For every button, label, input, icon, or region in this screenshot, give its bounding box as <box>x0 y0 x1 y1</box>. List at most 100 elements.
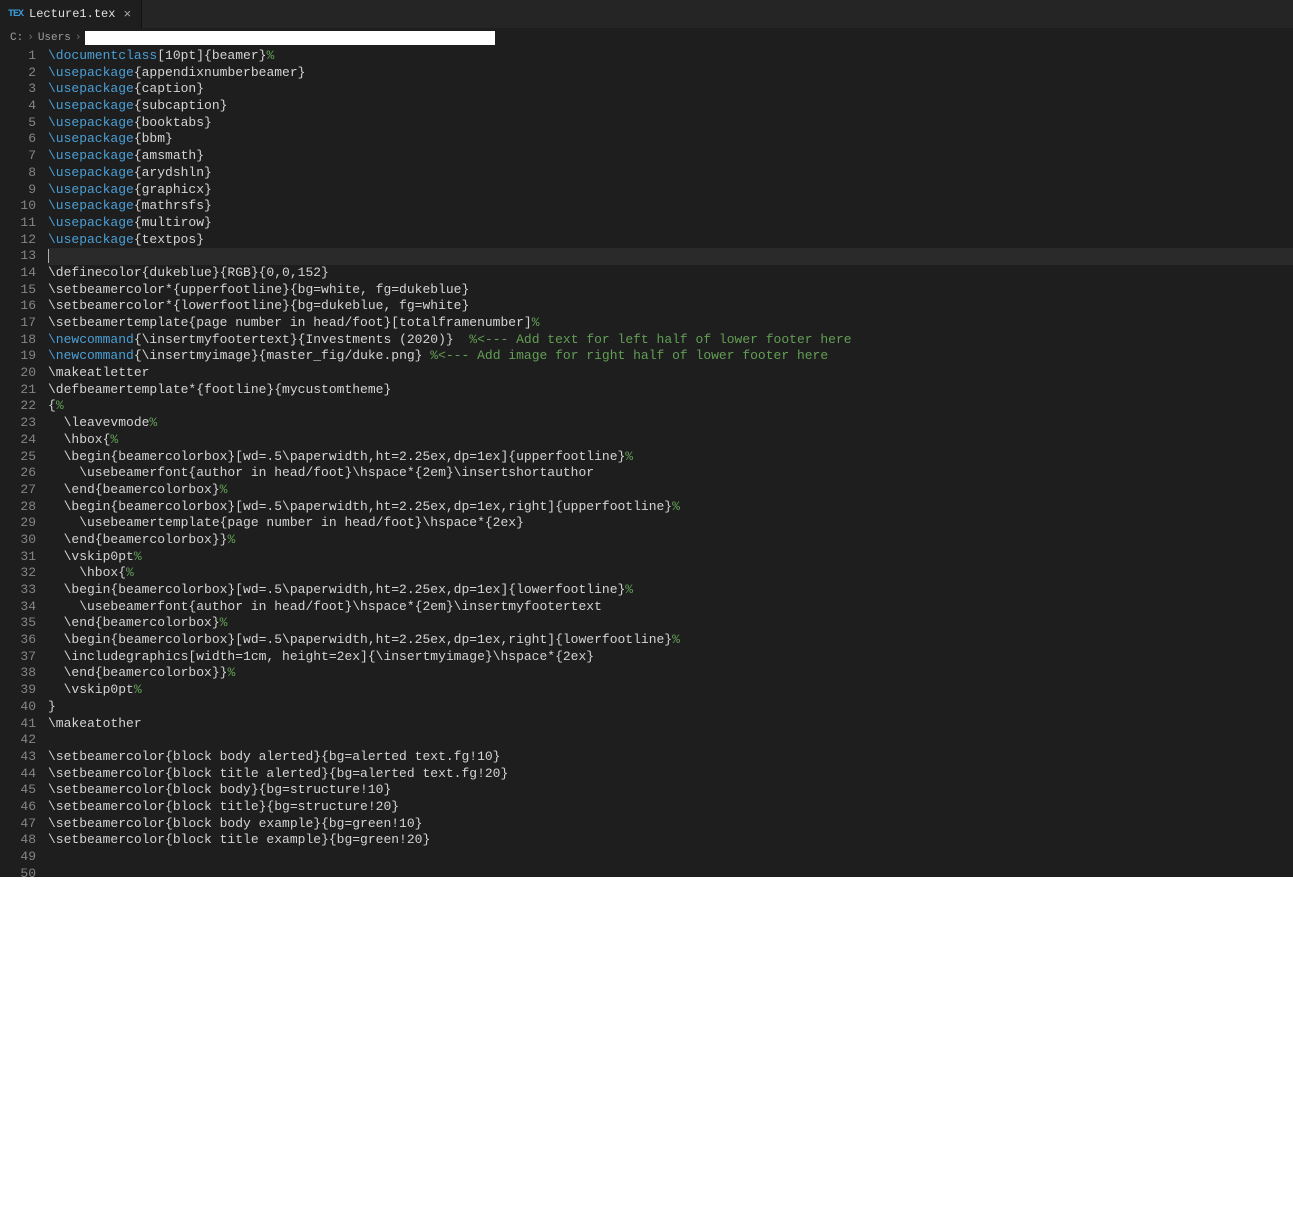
code-line[interactable]: \end{beamercolorbox}% <box>48 615 1293 632</box>
code-token: \usebeamerfont{author in head/foot}\hspa… <box>48 599 602 614</box>
code-line[interactable]: \newcommand{\insertmyimage}{master_fig/d… <box>48 348 1293 365</box>
code-line[interactable] <box>48 849 1293 866</box>
code-line[interactable]: } <box>48 699 1293 716</box>
line-number: 48 <box>0 832 36 849</box>
line-number: 25 <box>0 449 36 466</box>
tab-title: Lecture1.tex <box>29 7 115 21</box>
line-number: 35 <box>0 615 36 632</box>
code-line[interactable]: \makeatother <box>48 716 1293 733</box>
code-line[interactable]: \begin{beamercolorbox}[wd=.5\paperwidth,… <box>48 582 1293 599</box>
code-line[interactable]: \setbeamertemplate{page number in head/f… <box>48 315 1293 332</box>
breadcrumb-segment[interactable]: Users <box>38 32 71 44</box>
code-line[interactable]: \begin{beamercolorbox}[wd=.5\paperwidth,… <box>48 499 1293 516</box>
line-number: 45 <box>0 782 36 799</box>
code-token: \setbeamercolor*{upperfootline}{bg=white… <box>48 282 469 297</box>
code-line[interactable]: \usepackage{caption} <box>48 81 1293 98</box>
code-line[interactable]: \usepackage{appendixnumberbeamer} <box>48 65 1293 82</box>
code-content[interactable]: \documentclass[10pt]{beamer}%\usepackage… <box>48 48 1293 877</box>
code-token: \usepackage <box>48 182 134 197</box>
code-token: % <box>532 315 540 330</box>
tab-lecture1[interactable]: TEX Lecture1.tex × <box>0 0 142 28</box>
code-token: % <box>110 432 118 447</box>
code-line[interactable]: \hbox{% <box>48 432 1293 449</box>
breadcrumb-segment[interactable]: C: <box>10 32 23 44</box>
code-line[interactable]: \documentclass[10pt]{beamer}% <box>48 48 1293 65</box>
line-number: 21 <box>0 382 36 399</box>
close-icon[interactable]: × <box>121 7 133 22</box>
code-token: {multirow} <box>134 215 212 230</box>
line-number-gutter: 1234567891011121314151617181920212223242… <box>0 48 48 877</box>
code-line[interactable]: \setbeamercolor{block body}{bg=structure… <box>48 782 1293 799</box>
code-line[interactable]: \usepackage{textpos} <box>48 232 1293 249</box>
code-line[interactable]: \usepackage{graphicx} <box>48 182 1293 199</box>
code-token: \begin{beamercolorbox}[wd=.5\paperwidth,… <box>48 582 625 597</box>
code-token: % <box>625 449 633 464</box>
line-number: 13 <box>0 248 36 265</box>
code-line[interactable]: \usepackage{amsmath} <box>48 148 1293 165</box>
code-line[interactable]: \setbeamercolor{block title example}{bg=… <box>48 832 1293 849</box>
code-line[interactable]: \makeatletter <box>48 365 1293 382</box>
code-token: {booktabs} <box>134 115 212 130</box>
line-number: 2 <box>0 65 36 82</box>
code-line[interactable]: \usepackage{mathrsfs} <box>48 198 1293 215</box>
code-line[interactable]: \usebeamertemplate{page number in head/f… <box>48 515 1293 532</box>
code-line[interactable]: \usepackage{arydshln} <box>48 165 1293 182</box>
code-line[interactable]: \begin{beamercolorbox}[wd=.5\paperwidth,… <box>48 632 1293 649</box>
line-number: 14 <box>0 265 36 282</box>
code-token: \includegraphics[width=1cm, height=2ex]{… <box>48 649 594 664</box>
code-line[interactable]: \setbeamercolor*{lowerfootline}{bg=dukeb… <box>48 298 1293 315</box>
code-line[interactable]: \usebeamerfont{author in head/foot}\hspa… <box>48 465 1293 482</box>
code-token: \setbeamercolor{block body example}{bg=g… <box>48 816 422 831</box>
code-line[interactable]: \usepackage{booktabs} <box>48 115 1293 132</box>
code-line[interactable] <box>48 248 1293 265</box>
code-line[interactable]: \setbeamercolor{block body example}{bg=g… <box>48 816 1293 833</box>
code-line[interactable]: \setbeamercolor{block title}{bg=structur… <box>48 799 1293 816</box>
code-token: \usepackage <box>48 131 134 146</box>
line-number: 3 <box>0 81 36 98</box>
code-line[interactable]: \setbeamercolor{block body alerted}{bg=a… <box>48 749 1293 766</box>
code-line[interactable]: \vskip0pt% <box>48 549 1293 566</box>
code-line[interactable]: \leavevmode% <box>48 415 1293 432</box>
code-line[interactable]: \usebeamerfont{author in head/foot}\hspa… <box>48 599 1293 616</box>
code-line[interactable]: \setbeamercolor{block title alerted}{bg=… <box>48 766 1293 783</box>
line-number: 34 <box>0 599 36 616</box>
line-number: 29 <box>0 515 36 532</box>
code-line[interactable]: \defbeamertemplate*{footline}{mycustomth… <box>48 382 1293 399</box>
code-token: % <box>625 582 633 597</box>
code-token: % <box>134 682 142 697</box>
code-line[interactable]: \end{beamercolorbox}}% <box>48 532 1293 549</box>
code-token: \usepackage <box>48 165 134 180</box>
line-number: 22 <box>0 398 36 415</box>
code-token: {\insertmyfootertext}{Investments (2020)… <box>134 332 469 347</box>
code-line[interactable] <box>48 866 1293 877</box>
code-line[interactable]: \hbox{% <box>48 565 1293 582</box>
breadcrumb[interactable]: C: › Users › <box>0 28 1293 48</box>
code-line[interactable]: \newcommand{\insertmyfootertext}{Investm… <box>48 332 1293 349</box>
code-line[interactable]: \end{beamercolorbox}}% <box>48 665 1293 682</box>
code-line[interactable]: \includegraphics[width=1cm, height=2ex]{… <box>48 649 1293 666</box>
code-token: \setbeamercolor*{lowerfootline}{bg=dukeb… <box>48 298 469 313</box>
code-line[interactable]: \usepackage{subcaption} <box>48 98 1293 115</box>
code-line[interactable]: \end{beamercolorbox}% <box>48 482 1293 499</box>
code-token: \setbeamercolor{block body alerted}{bg=a… <box>48 749 500 764</box>
code-line[interactable]: \setbeamercolor*{upperfootline}{bg=white… <box>48 282 1293 299</box>
code-line[interactable]: \usepackage{bbm} <box>48 131 1293 148</box>
line-number: 17 <box>0 315 36 332</box>
code-token: [10pt]{beamer} <box>157 48 266 63</box>
code-line[interactable]: \begin{beamercolorbox}[wd=.5\paperwidth,… <box>48 449 1293 466</box>
code-token: {amsmath} <box>134 148 204 163</box>
code-line[interactable] <box>48 732 1293 749</box>
line-number: 24 <box>0 432 36 449</box>
code-token: {appendixnumberbeamer} <box>134 65 306 80</box>
code-line[interactable]: {% <box>48 398 1293 415</box>
code-token: \defbeamertemplate*{footline}{mycustomth… <box>48 382 391 397</box>
line-number: 46 <box>0 799 36 816</box>
code-token: \usepackage <box>48 232 134 247</box>
code-line[interactable]: \definecolor{dukeblue}{RGB}{0,0,152} <box>48 265 1293 282</box>
code-line[interactable]: \usepackage{multirow} <box>48 215 1293 232</box>
editor-region: TEX Lecture1.tex × C: › Users › 12345678… <box>0 0 1293 877</box>
code-token: \makeatother <box>48 716 142 731</box>
code-token: \usepackage <box>48 81 134 96</box>
code-token: \begin{beamercolorbox}[wd=.5\paperwidth,… <box>48 449 625 464</box>
code-line[interactable]: \vskip0pt% <box>48 682 1293 699</box>
